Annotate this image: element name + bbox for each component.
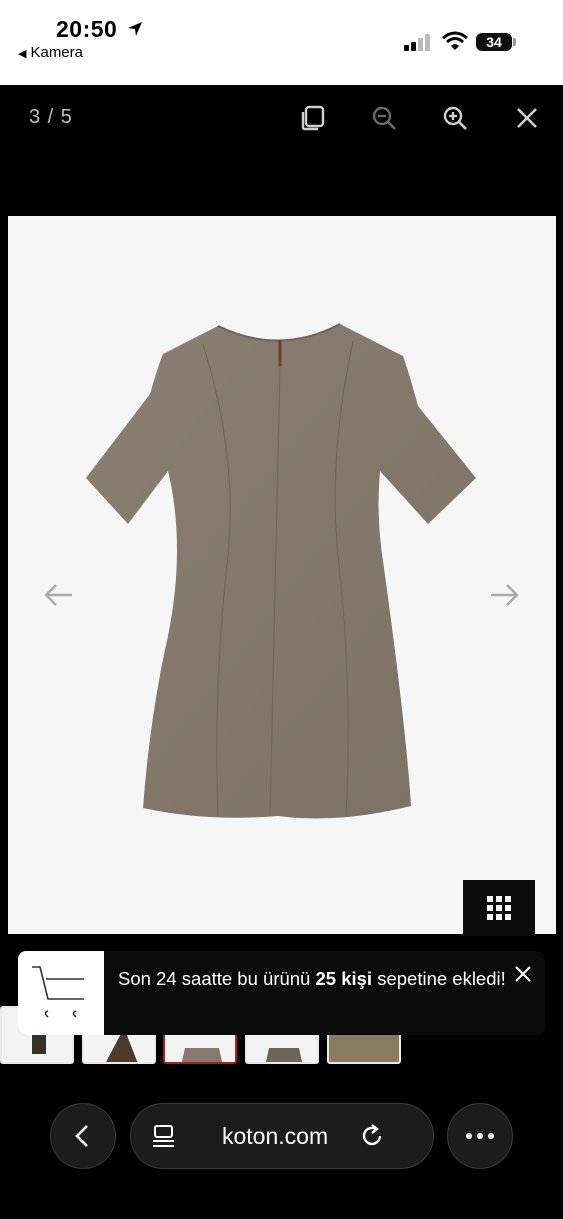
location-arrow-icon [128,22,143,36]
back-app-label: Kamera [30,44,83,61]
cart-toast-message: Son 24 saatte bu ürünü 25 kişi sepetine … [118,968,506,989]
arrow-left-icon[interactable] [42,578,76,612]
signal-icon [404,34,430,51]
cart-icon-panel [18,951,104,1035]
dress-illustration [86,323,476,819]
more-options-button[interactable] [447,1103,513,1169]
back-to-app-link[interactable]: ◀ Kamera [18,44,83,61]
back-triangle-icon: ◀ [18,48,27,60]
zoom-out-icon[interactable] [366,100,402,136]
url-text: koton.com [222,1123,329,1149]
toast-close-icon[interactable] [511,962,535,986]
cart-toast-unit: kişi [336,968,373,989]
chevron-left-icon [75,1125,88,1147]
browser-back-button[interactable] [50,1103,116,1169]
tabs-icon[interactable] [150,1122,178,1150]
cart-icon [32,966,84,1018]
grid-view-button[interactable] [463,880,535,936]
close-viewer-icon[interactable] [509,100,545,136]
battery-cap [513,38,516,46]
battery-indicator: 34 [476,33,512,51]
cart-toast-count: 25 [315,968,337,989]
reload-icon[interactable] [358,1122,386,1150]
grid-icon [487,896,511,920]
copy-icon[interactable] [295,100,331,136]
arrow-right-icon[interactable] [487,578,521,612]
status-time: 20:50 [56,16,144,43]
image-counter: 3 / 5 [29,106,73,128]
wifi-icon [442,31,468,50]
product-image[interactable] [8,216,556,934]
more-dots-icon [466,1133,494,1139]
zoom-in-icon[interactable] [437,100,473,136]
